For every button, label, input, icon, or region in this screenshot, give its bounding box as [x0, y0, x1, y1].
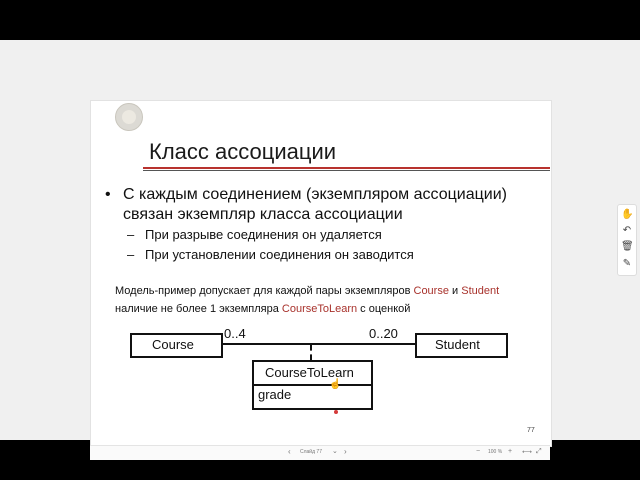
multiplicity-right: 0..20 [369, 326, 398, 341]
slide-page-number: 77 [527, 427, 535, 434]
laser-pointer-dot [334, 410, 338, 414]
slide-title: Класс ассоциации [149, 139, 337, 164]
fit-width-icon[interactable]: ⟷ [522, 448, 532, 456]
note-text: с оценкой [357, 303, 411, 315]
zoom-level: 100 % [488, 449, 503, 455]
next-slide-button[interactable]: › [344, 447, 347, 456]
slide-menu-chevron-icon[interactable]: ⌄ [332, 447, 338, 455]
title-underline-red [143, 167, 550, 169]
slide: Класс ассоциации • С каждым соединением … [90, 100, 552, 447]
note-text: наличие не более 1 экземпляра [115, 303, 282, 315]
uml-class-student: Student [415, 333, 508, 358]
university-logo-icon [115, 103, 143, 131]
uml-class-name: Student [435, 337, 480, 352]
uml-class-course: Course [130, 333, 223, 358]
sub-bullet-marker: – [127, 247, 135, 262]
slide-indicator[interactable]: Слайд 77 [300, 449, 322, 455]
annotation-toolbar: ✋ ↶ 🗑 ✎ [617, 204, 637, 276]
note-text: Модель-пример допускает для каждой пары … [115, 285, 414, 297]
uml-class-name: Course [152, 337, 194, 352]
example-note: Модель-пример допускает для каждой пары … [115, 282, 535, 318]
sub-bullet-text: При установлении соединения он заводится [145, 247, 414, 262]
hand-cursor-icon: ☝ [329, 379, 342, 390]
note-course: Course [413, 285, 449, 297]
association-class-connector [310, 345, 312, 360]
title-underline-black [143, 170, 550, 171]
note-icon[interactable]: ✎ [621, 258, 633, 270]
undo-icon[interactable]: ↶ [621, 225, 633, 237]
hand-icon[interactable]: ✋ [621, 209, 633, 221]
sub-bullet-text: При разрыве соединения он удаляется [145, 227, 382, 242]
presentation-viewer: Класс ассоциации • С каждым соединением … [0, 40, 640, 460]
uml-attribute: grade [258, 387, 292, 402]
multiplicity-left: 0..4 [224, 326, 246, 341]
zoom-in-button[interactable]: + [508, 448, 512, 455]
bullet-marker: • [105, 186, 111, 203]
viewer-statusbar: ‹ Слайд 77 ⌄ › − 100 % + ⟷ ⤢ [90, 445, 550, 460]
zoom-out-button[interactable]: − [476, 448, 480, 455]
prev-slide-button[interactable]: ‹ [288, 447, 291, 456]
bullet-text: С каждым соединением (экземпляром ассоци… [123, 186, 507, 223]
uml-class-name: CourseToLearn [265, 365, 354, 380]
note-coursetolearn: CourseToLearn [281, 303, 358, 315]
note-text: и [448, 285, 462, 297]
sub-bullet-marker: – [127, 227, 135, 242]
trash-icon[interactable]: 🗑 [621, 241, 634, 253]
note-student: Student [461, 285, 500, 297]
uml-compartment-divider [254, 384, 371, 386]
association-line [221, 343, 415, 345]
uml-association-class: CourseToLearn grade [252, 360, 373, 410]
fullscreen-icon[interactable]: ⤢ [536, 448, 542, 456]
